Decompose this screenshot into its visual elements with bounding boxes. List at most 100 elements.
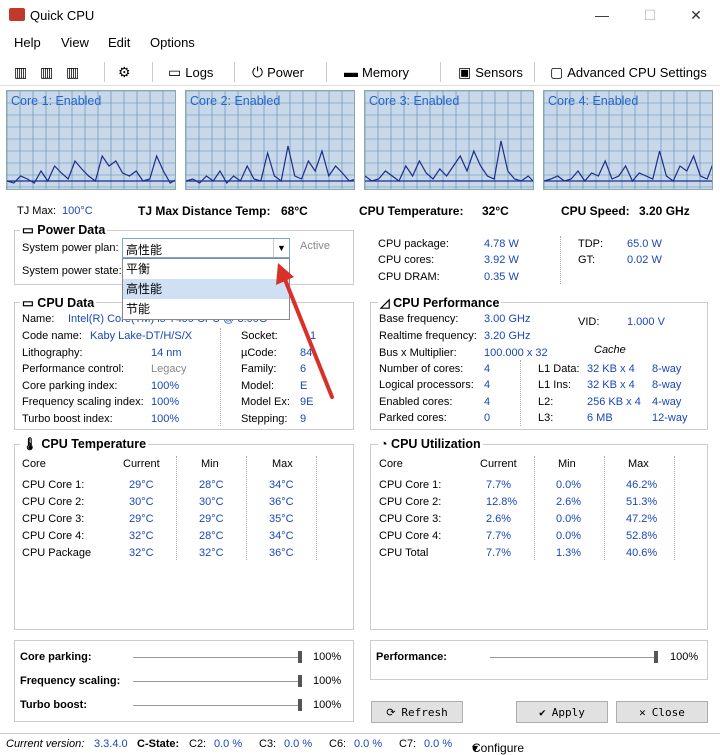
configure-label: Configure xyxy=(472,741,525,755)
refresh-button[interactable]: ⟳ Refresh xyxy=(371,701,463,723)
settings-button[interactable]: ⚙ xyxy=(118,61,131,83)
table-row-label: CPU Core 1: xyxy=(22,479,85,491)
gt-label: GT: xyxy=(578,254,596,266)
refresh-icon: ⟳ xyxy=(386,705,396,719)
cpu-dram-label: CPU DRAM: xyxy=(378,271,440,283)
divider xyxy=(176,456,177,560)
close-window-button[interactable]: ✕ xyxy=(676,4,716,26)
core-parking-label: Core parking: xyxy=(20,651,92,663)
turbo-boost-label: Turbo boost: xyxy=(20,699,87,711)
cache-size-value: 6 MB xyxy=(587,412,613,424)
turbo-boost-slider[interactable] xyxy=(133,705,301,706)
power-plan-option-high[interactable]: 高性能 xyxy=(123,279,289,299)
performance-slider-thumb[interactable] xyxy=(654,651,658,663)
table-cell: 28°C xyxy=(199,479,224,491)
core-parking-slider-thumb[interactable] xyxy=(298,651,302,663)
table-cell: 7.7% xyxy=(486,479,512,491)
cpu-package-label: CPU package: xyxy=(378,238,449,250)
util-header-min: Min xyxy=(558,458,576,470)
table-cell: 36°C xyxy=(269,547,294,559)
divider xyxy=(560,236,561,284)
divider xyxy=(316,456,317,560)
advanced-settings-button[interactable]: ▢ Advanced CPU Settings xyxy=(550,61,707,83)
menu-edit[interactable]: Edit xyxy=(108,35,130,50)
freq-scaling-value: 100% xyxy=(313,675,342,687)
cpu-name-label: Name: xyxy=(22,313,55,325)
menu-options[interactable]: Options xyxy=(150,35,195,50)
vid-value: 1.000 V xyxy=(627,316,665,328)
cpu-speed-label: CPU Speed: xyxy=(561,204,630,218)
core-parking-value: 100% xyxy=(313,651,342,663)
performance-chart-icon: ◿ xyxy=(380,296,390,310)
minimize-button[interactable]: — xyxy=(582,4,622,26)
power-plan-option-balanced[interactable]: 平衡 xyxy=(123,259,289,279)
chart-view-3-button[interactable]: ▥ xyxy=(66,61,79,83)
perf-row-value: 0 xyxy=(484,412,491,424)
core-2-graph: Core 2: Enabled xyxy=(185,90,355,190)
chart-view-2-button[interactable]: ▥ xyxy=(40,61,53,83)
turbo-index-label: Turbo boost index: xyxy=(22,413,113,425)
table-cell: 30°C xyxy=(199,496,224,508)
table-row-label: CPU Core 2: xyxy=(379,496,442,508)
table-cell: 32°C xyxy=(129,530,154,542)
cache-size-value: 32 KB x 4 xyxy=(587,363,635,375)
performance-value: 100% xyxy=(670,651,699,663)
cpu-temp-value: 32°C xyxy=(482,204,509,218)
thermometer-icon: 🌡 xyxy=(22,437,38,451)
apply-button[interactable]: ✔ Apply xyxy=(516,701,608,723)
c7-value: 0.0 % xyxy=(424,738,453,750)
logs-button[interactable]: ▭ Logs xyxy=(168,61,213,83)
bar-chart-icon: ▥ xyxy=(14,63,28,80)
refresh-label: Refresh xyxy=(401,705,448,719)
menu-view[interactable]: View xyxy=(61,35,89,50)
turbo-boost-slider-thumb[interactable] xyxy=(298,699,302,711)
core-parking-index-label: Core parking index: xyxy=(22,380,118,392)
c6-value: 0.0 % xyxy=(354,738,383,750)
menu-help[interactable]: Help xyxy=(14,35,41,50)
close-icon: ✕ xyxy=(639,705,646,719)
table-cell: 0.0% xyxy=(556,479,582,491)
table-cell: 51.3% xyxy=(626,496,658,508)
core-parking-slider[interactable] xyxy=(133,657,301,658)
table-row-label: CPU Core 3: xyxy=(22,513,85,525)
freq-scaling-slider-thumb[interactable] xyxy=(298,675,302,687)
table-row-label: CPU Total xyxy=(379,547,429,559)
divider xyxy=(674,456,675,560)
vid-label: VID: xyxy=(578,316,600,328)
memory-button[interactable]: ▬ Memory xyxy=(344,61,409,83)
version-label: Current version: xyxy=(6,738,85,750)
table-cell: 35°C xyxy=(269,513,294,525)
maximize-button[interactable]: ☐ xyxy=(630,4,670,26)
power-button[interactable]: ⏻ Power xyxy=(252,61,304,83)
utilization-line xyxy=(544,150,712,183)
tdp-label: TDP: xyxy=(578,238,604,250)
title-bar: Quick CPU — ☐ ✕ xyxy=(0,0,720,30)
cpu-utilization-title-text: CPU Utilization xyxy=(391,437,481,451)
perf-control-value: Legacy xyxy=(151,363,187,375)
realtime-freq-value: 3.20 GHz xyxy=(484,330,531,342)
power-plan-select[interactable]: 高性能 ▼ xyxy=(122,238,290,258)
status-bar: Current version: 3.3.4.0 C-State: C2: 0.… xyxy=(0,733,720,755)
performance-slider[interactable] xyxy=(490,657,658,658)
turbo-index-value: 100% xyxy=(151,413,180,425)
close-button[interactable]: ✕ Close xyxy=(616,701,708,723)
table-cell: 32°C xyxy=(129,547,154,559)
power-active-status: Active xyxy=(300,240,330,252)
sensors-label: Sensors xyxy=(475,64,523,80)
table-cell: 2.6% xyxy=(556,496,582,508)
cpu-cores-power-value: 3.92 W xyxy=(484,254,519,266)
power-data-title: ▭ Power Data xyxy=(20,222,108,237)
power-plan-option-saver[interactable]: 节能 xyxy=(123,299,289,319)
freq-scaling-slider[interactable] xyxy=(133,681,301,682)
cache-size-value: 256 KB x 4 xyxy=(587,396,641,408)
c6-label: C6: xyxy=(329,738,347,750)
chart-view-1-button[interactable]: ▥ xyxy=(14,61,27,83)
stepping-value: 9 xyxy=(300,413,307,425)
logs-label: Logs xyxy=(185,64,214,80)
core-graph-label: Core 3: Enabled xyxy=(369,94,460,108)
tj-max-value: 100°C xyxy=(62,205,93,217)
bus-multiplier-value: 100.000 x 32 xyxy=(484,347,548,359)
perf-row-label: Logical processors: xyxy=(379,379,474,391)
sensors-button[interactable]: ▣ Sensors xyxy=(458,61,523,83)
base-freq-value: 3.00 GHz xyxy=(484,313,531,325)
